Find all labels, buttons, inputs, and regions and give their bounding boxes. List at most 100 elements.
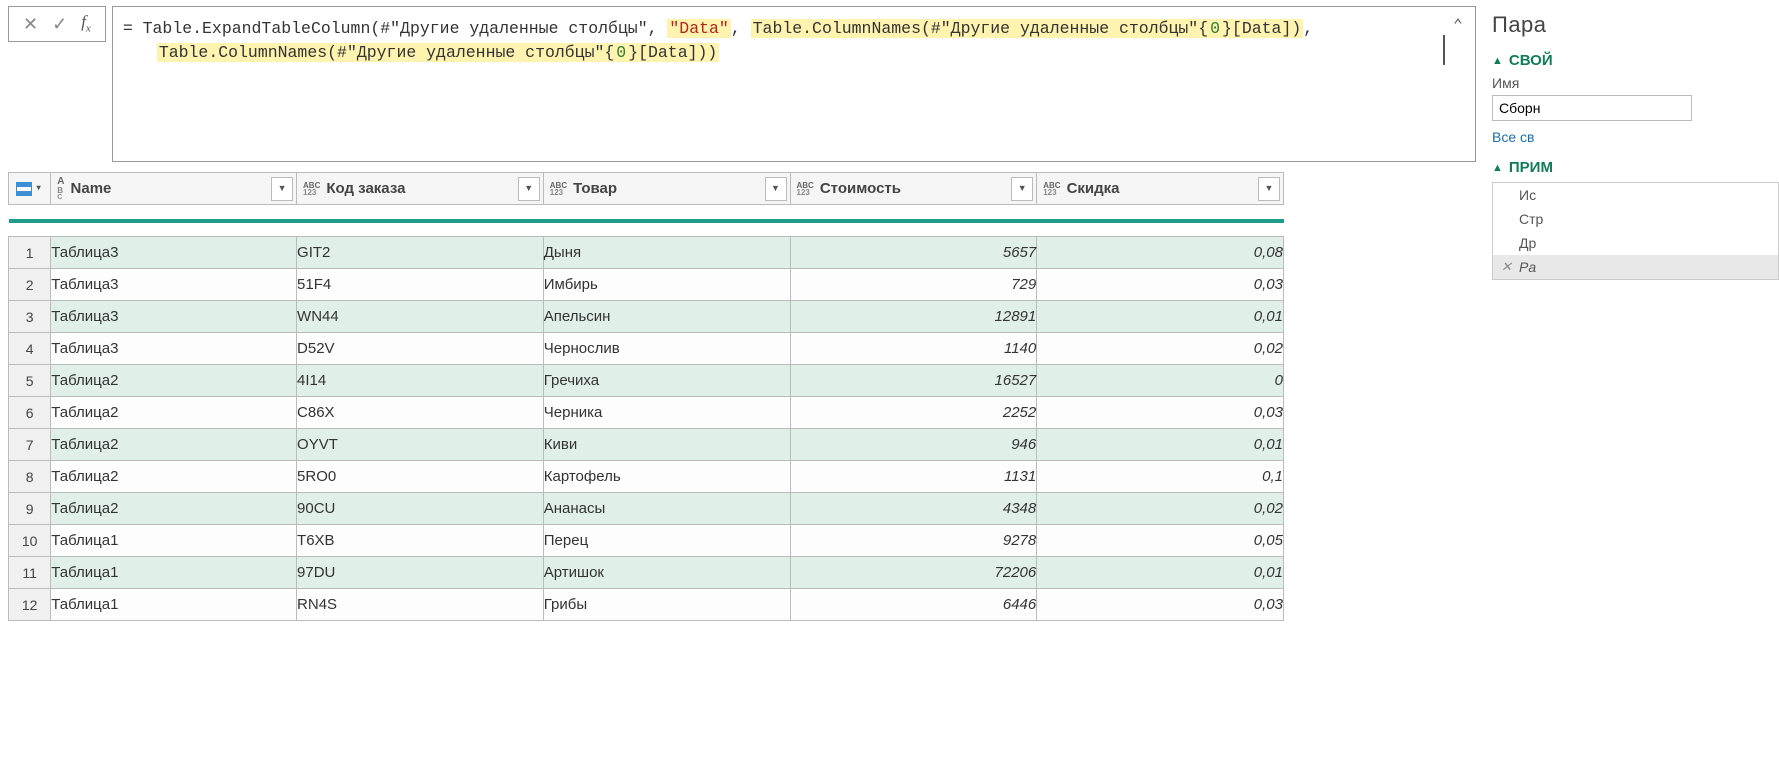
applied-steps-section-header[interactable]: ▲ПРИМ xyxy=(1492,159,1779,176)
cell[interactable]: Перец xyxy=(543,525,790,557)
table-menu-dropdown-icon[interactable]: ▾ xyxy=(34,178,43,200)
cell[interactable]: Таблица1 xyxy=(51,589,297,621)
cell[interactable]: Таблица2 xyxy=(51,365,297,397)
cell[interactable]: Дыня xyxy=(543,237,790,269)
cell[interactable]: WN44 xyxy=(297,301,544,333)
table-row[interactable]: 3Таблица3WN44Апельсин128910,01 xyxy=(9,301,1284,333)
cell[interactable]: Гречиха xyxy=(543,365,790,397)
table-row[interactable]: 2Таблица351F4Имбирь7290,03 xyxy=(9,269,1284,301)
table-row[interactable]: 12Таблица1RN4SГрибы64460,03 xyxy=(9,589,1284,621)
cell[interactable]: 1140 xyxy=(790,333,1037,365)
query-name-input[interactable] xyxy=(1492,95,1692,121)
row-number[interactable]: 6 xyxy=(9,397,51,429)
cell[interactable]: 97DU xyxy=(297,557,544,589)
cell[interactable]: 0,05 xyxy=(1037,525,1284,557)
cell[interactable]: Таблица1 xyxy=(51,525,297,557)
table-row[interactable]: 9Таблица290CUАнанасы43480,02 xyxy=(9,493,1284,525)
cell[interactable]: Таблица2 xyxy=(51,461,297,493)
cell[interactable]: Черника xyxy=(543,397,790,429)
row-number[interactable]: 12 xyxy=(9,589,51,621)
cell[interactable]: Имбирь xyxy=(543,269,790,301)
cell[interactable]: Таблица1 xyxy=(51,557,297,589)
cell[interactable]: 5657 xyxy=(790,237,1037,269)
cell[interactable]: Таблица3 xyxy=(51,301,297,333)
column-filter-dropdown-icon[interactable]: ▼ xyxy=(1011,177,1033,201)
cell[interactable]: 12891 xyxy=(790,301,1037,333)
row-number[interactable]: 7 xyxy=(9,429,51,461)
cell[interactable]: 72206 xyxy=(790,557,1037,589)
row-number[interactable]: 2 xyxy=(9,269,51,301)
table-row[interactable]: 6Таблица2C86XЧерника22520,03 xyxy=(9,397,1284,429)
cell[interactable]: 0,02 xyxy=(1037,333,1284,365)
applied-step[interactable]: Ис xyxy=(1493,183,1778,207)
cell[interactable]: 6446 xyxy=(790,589,1037,621)
cell[interactable]: Апельсин xyxy=(543,301,790,333)
formula-bar[interactable]: = Table.ExpandTableColumn(#"Другие удале… xyxy=(112,6,1476,162)
accept-formula-icon[interactable]: ✓ xyxy=(52,15,67,33)
cell[interactable]: Таблица2 xyxy=(51,397,297,429)
cell[interactable]: OYVT xyxy=(297,429,544,461)
cell[interactable]: 0,08 xyxy=(1037,237,1284,269)
cell[interactable]: 0,02 xyxy=(1037,493,1284,525)
cell[interactable]: 51F4 xyxy=(297,269,544,301)
cell[interactable]: 0,03 xyxy=(1037,269,1284,301)
expand-formula-icon[interactable]: ⌃ xyxy=(1449,17,1467,35)
cell[interactable]: Таблица2 xyxy=(51,429,297,461)
row-number[interactable]: 4 xyxy=(9,333,51,365)
cell[interactable]: 4348 xyxy=(790,493,1037,525)
column-filter-dropdown-icon[interactable]: ▼ xyxy=(1258,177,1280,201)
row-number[interactable]: 9 xyxy=(9,493,51,525)
cell[interactable]: Чернослив xyxy=(543,333,790,365)
select-all-corner[interactable]: ▾ xyxy=(9,173,51,205)
cell[interactable]: Картофель xyxy=(543,461,790,493)
column-header-cost[interactable]: ABC123 Стоимость ▼ xyxy=(790,173,1037,205)
cell[interactable]: Таблица3 xyxy=(51,237,297,269)
cell[interactable]: Таблица3 xyxy=(51,269,297,301)
cell[interactable]: GIT2 xyxy=(297,237,544,269)
applied-step[interactable]: Др xyxy=(1493,231,1778,255)
row-number[interactable]: 10 xyxy=(9,525,51,557)
table-row[interactable]: 10Таблица1T6XBПерец92780,05 xyxy=(9,525,1284,557)
cell[interactable]: 0,03 xyxy=(1037,397,1284,429)
cell[interactable]: Таблица3 xyxy=(51,333,297,365)
all-properties-link[interactable]: Все св xyxy=(1492,129,1779,145)
table-row[interactable]: 5Таблица24I14Гречиха165270 xyxy=(9,365,1284,397)
cell[interactable]: 0,01 xyxy=(1037,429,1284,461)
cell[interactable]: 0,01 xyxy=(1037,301,1284,333)
cell[interactable]: Киви xyxy=(543,429,790,461)
cell[interactable]: D52V xyxy=(297,333,544,365)
column-filter-dropdown-icon[interactable]: ▼ xyxy=(271,177,293,201)
cell[interactable]: 1131 xyxy=(790,461,1037,493)
row-number[interactable]: 5 xyxy=(9,365,51,397)
table-row[interactable]: 11Таблица197DUАртишок722060,01 xyxy=(9,557,1284,589)
row-number[interactable]: 8 xyxy=(9,461,51,493)
cell[interactable]: Ананасы xyxy=(543,493,790,525)
cell[interactable]: Артишок xyxy=(543,557,790,589)
cell[interactable]: 0 xyxy=(1037,365,1284,397)
table-row[interactable]: 1Таблица3GIT2Дыня56570,08 xyxy=(9,237,1284,269)
properties-section-header[interactable]: ▲СВОЙ xyxy=(1492,52,1779,69)
cell[interactable]: 16527 xyxy=(790,365,1037,397)
cell[interactable]: 0,1 xyxy=(1037,461,1284,493)
column-filter-dropdown-icon[interactable]: ▼ xyxy=(518,177,540,201)
fx-icon[interactable]: fx xyxy=(81,13,91,34)
cell[interactable]: C86X xyxy=(297,397,544,429)
column-header-discount[interactable]: ABC123 Скидка ▼ xyxy=(1037,173,1284,205)
cell[interactable]: Таблица2 xyxy=(51,493,297,525)
cell[interactable]: 0,03 xyxy=(1037,589,1284,621)
cell[interactable]: T6XB xyxy=(297,525,544,557)
cancel-formula-icon[interactable]: ✕ xyxy=(23,15,38,33)
column-header-product[interactable]: ABC123 Товар ▼ xyxy=(543,173,790,205)
cell[interactable]: 729 xyxy=(790,269,1037,301)
table-row[interactable]: 8Таблица25RO0Картофель11310,1 xyxy=(9,461,1284,493)
delete-step-icon[interactable]: ✕ xyxy=(1501,259,1515,275)
cell[interactable]: 946 xyxy=(790,429,1037,461)
table-row[interactable]: 7Таблица2OYVTКиви9460,01 xyxy=(9,429,1284,461)
cell[interactable]: 4I14 xyxy=(297,365,544,397)
applied-step[interactable]: ✕Ра xyxy=(1493,255,1778,279)
cell[interactable]: 90CU xyxy=(297,493,544,525)
column-header-order-code[interactable]: ABC123 Код заказа ▼ xyxy=(297,173,544,205)
cell[interactable]: 2252 xyxy=(790,397,1037,429)
column-filter-dropdown-icon[interactable]: ▼ xyxy=(765,177,787,201)
cell[interactable]: 0,01 xyxy=(1037,557,1284,589)
